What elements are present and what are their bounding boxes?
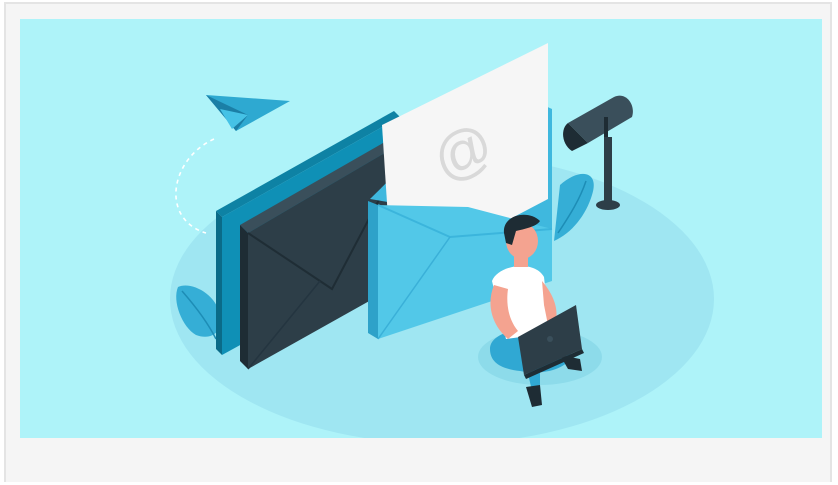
paper-plane-icon: [206, 95, 290, 131]
card-footer: [6, 438, 830, 482]
email-illustration-svg: @: [170, 43, 714, 440]
email-illustration: @: [20, 19, 822, 440]
illustration-card: @: [4, 2, 832, 482]
dashed-flight-path: [175, 138, 215, 234]
